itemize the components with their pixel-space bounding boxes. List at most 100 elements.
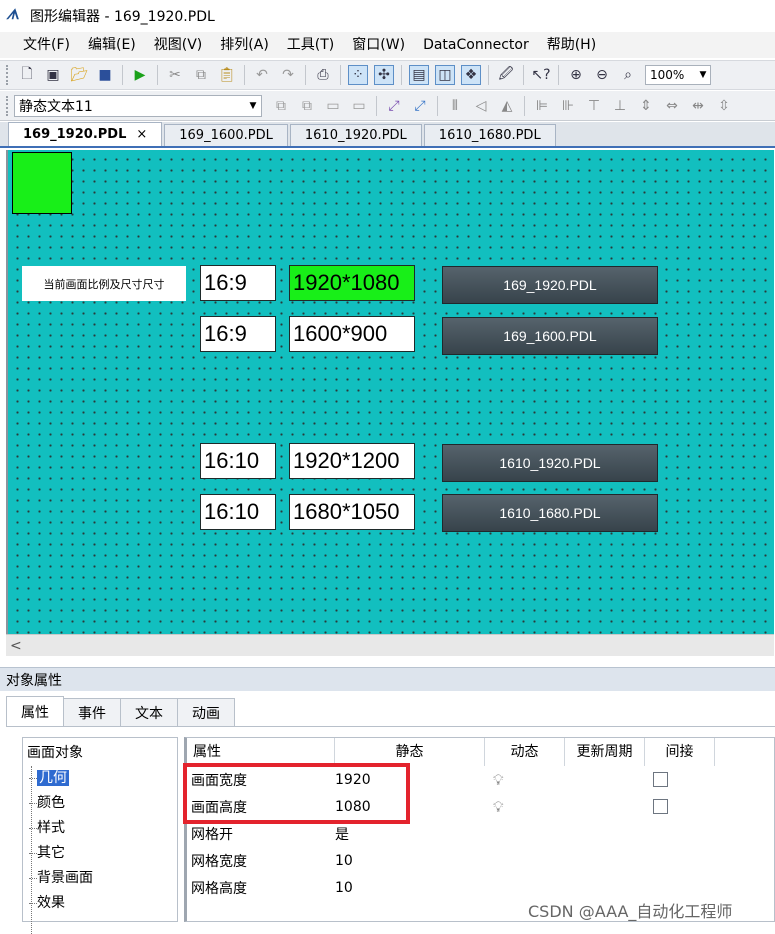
- doc-tab-169-1920[interactable]: 169_1920.PDL ×: [8, 122, 163, 146]
- ratio-field[interactable]: 16:10: [200, 494, 276, 530]
- new-page-icon[interactable]: ▣: [43, 65, 63, 85]
- run-icon[interactable]: ▶: [130, 65, 150, 85]
- distribute-vertical-icon[interactable]: ⇳: [714, 96, 734, 116]
- tree-item-geometry[interactable]: 几何: [25, 766, 175, 791]
- scroll-left-icon[interactable]: <: [10, 638, 22, 654]
- align-top-icon[interactable]: ⊤: [584, 96, 604, 116]
- center-vertical-icon[interactable]: ⇕: [636, 96, 656, 116]
- menu-help[interactable]: 帮助(H): [538, 34, 605, 56]
- ratio-field[interactable]: 16:9: [200, 316, 276, 352]
- library-icon[interactable]: ❖: [461, 65, 481, 85]
- lightbulb-icon[interactable]: 💡︎: [493, 771, 504, 789]
- menu-dataconnector[interactable]: DataConnector: [414, 34, 538, 56]
- open-1610-1680-button[interactable]: 1610_1680.PDL: [442, 494, 658, 532]
- column-header-indirect[interactable]: 间接: [645, 738, 715, 766]
- doc-tab-1610-1920[interactable]: 1610_1920.PDL: [289, 124, 422, 146]
- close-icon[interactable]: ×: [136, 127, 147, 142]
- open-1610-1920-button[interactable]: 1610_1920.PDL: [442, 444, 658, 482]
- column-header-dynamic[interactable]: 动态: [485, 738, 565, 766]
- mirror-vertical-icon[interactable]: ⫴: [445, 96, 465, 116]
- menu-window[interactable]: 窗口(W): [343, 34, 414, 56]
- layout-icon[interactable]: ▤: [409, 65, 429, 85]
- align-left-icon[interactable]: ⊫: [532, 96, 552, 116]
- info-label[interactable]: 当前画面比例及尺寸尺寸: [22, 266, 186, 301]
- resolution-field[interactable]: 1920*1080: [289, 265, 415, 301]
- copy-icon[interactable]: ⧉: [191, 65, 211, 85]
- toolbar-grip[interactable]: [6, 95, 10, 116]
- zoom-in-icon[interactable]: ⊕: [566, 65, 586, 85]
- properties-icon[interactable]: 🖉: [496, 65, 516, 85]
- lightbulb-icon[interactable]: 💡︎: [493, 798, 504, 816]
- open-169-1920-button[interactable]: 169_1920.PDL: [442, 266, 658, 304]
- zoom-area-icon[interactable]: ⌕: [618, 65, 638, 85]
- tree-item-background-picture[interactable]: 背景画面: [25, 866, 175, 891]
- menu-edit[interactable]: 编辑(E): [79, 34, 145, 56]
- tab-events[interactable]: 事件: [63, 698, 121, 726]
- tree-item-misc[interactable]: 其它: [25, 841, 175, 866]
- print-icon[interactable]: ⎙: [313, 65, 333, 85]
- tab-animation[interactable]: 动画: [177, 698, 235, 726]
- property-static-value[interactable]: 是: [335, 824, 485, 844]
- column-header-static[interactable]: 静态: [335, 738, 485, 766]
- chevron-down-icon[interactable]: ▼: [245, 101, 261, 111]
- horizontal-scrollbar[interactable]: <: [6, 634, 774, 656]
- paste-icon[interactable]: 📋︎: [217, 65, 237, 85]
- green-rectangle-object[interactable]: [12, 152, 72, 214]
- property-row-grid-on[interactable]: 网格开 是: [187, 820, 774, 847]
- grid-icon[interactable]: ⁘: [348, 65, 368, 85]
- bring-forward-icon[interactable]: ▭: [323, 96, 343, 116]
- resolution-field[interactable]: 1600*900: [289, 316, 415, 352]
- resolution-field[interactable]: 1680*1050: [289, 494, 415, 530]
- snap-to-grid-icon[interactable]: ✣: [374, 65, 394, 85]
- bring-to-front-icon[interactable]: ⧉: [271, 96, 291, 116]
- zoom-select[interactable]: 100% ▼: [645, 65, 711, 85]
- indirect-checkbox[interactable]: [653, 799, 668, 814]
- doc-tab-169-1600[interactable]: 169_1600.PDL: [164, 124, 288, 146]
- ratio-field[interactable]: 16:9: [200, 265, 276, 301]
- tab-text[interactable]: 文本: [120, 698, 178, 726]
- layers-icon[interactable]: ◫: [435, 65, 455, 85]
- column-header-update-cycle[interactable]: 更新周期: [565, 738, 645, 766]
- menu-arrange[interactable]: 排列(A): [211, 34, 278, 56]
- chevron-down-icon[interactable]: ▼: [696, 70, 710, 80]
- tree-root-item[interactable]: 画面对象: [25, 742, 175, 766]
- align-right-icon[interactable]: ⊪: [558, 96, 578, 116]
- center-horizontal-icon[interactable]: ⇔: [662, 96, 682, 116]
- drawing-canvas[interactable]: 当前画面比例及尺寸尺寸 16:9 1920*1080 169_1920.PDL …: [6, 150, 774, 634]
- column-header-attribute[interactable]: 属性: [187, 738, 335, 766]
- tree-item-styles[interactable]: 样式: [25, 816, 175, 841]
- distribute-horizontal-icon[interactable]: ⇹: [688, 96, 708, 116]
- cut-icon[interactable]: ✂: [165, 65, 185, 85]
- align-bottom-icon[interactable]: ⊥: [610, 96, 630, 116]
- property-row-grid-height[interactable]: 网格高度 10: [187, 874, 774, 901]
- menu-file[interactable]: 文件(F): [14, 34, 79, 56]
- zoom-out-icon[interactable]: ⊖: [592, 65, 612, 85]
- property-row-grid-width[interactable]: 网格宽度 10: [187, 847, 774, 874]
- mirror-horizontal-icon[interactable]: ◁: [471, 96, 491, 116]
- rotate-icon[interactable]: ◭: [497, 96, 517, 116]
- save-icon[interactable]: ■: [95, 65, 115, 85]
- resolution-field[interactable]: 1920*1200: [289, 443, 415, 479]
- property-static-value[interactable]: 10: [335, 853, 485, 869]
- tab-properties[interactable]: 属性: [6, 696, 64, 726]
- new-file-icon[interactable]: 🗋: [17, 65, 37, 85]
- open-folder-icon[interactable]: 📂︎: [69, 65, 89, 85]
- menu-view[interactable]: 视图(V): [145, 34, 212, 56]
- ratio-field[interactable]: 16:10: [200, 443, 276, 479]
- toolbar-grip[interactable]: [6, 65, 10, 85]
- doc-tab-1610-1680[interactable]: 1610_1680.PDL: [423, 124, 556, 146]
- tree-item-effects[interactable]: 效果: [25, 891, 175, 916]
- send-to-back-icon[interactable]: ⧉: [297, 96, 317, 116]
- context-help-icon[interactable]: ↖?: [531, 65, 551, 85]
- pick-color-icon[interactable]: ⤢: [384, 96, 404, 116]
- indirect-checkbox[interactable]: [653, 772, 668, 787]
- property-static-value[interactable]: 10: [335, 880, 485, 896]
- send-backward-icon[interactable]: ▭: [349, 96, 369, 116]
- open-169-1600-button[interactable]: 169_1600.PDL: [442, 317, 658, 355]
- tree-item-colors[interactable]: 颜色: [25, 791, 175, 816]
- apply-color-icon[interactable]: ⤢: [410, 96, 430, 116]
- redo-icon[interactable]: ↷: [278, 65, 298, 85]
- object-selector[interactable]: 静态文本11 ▼: [14, 94, 262, 117]
- menu-tools[interactable]: 工具(T): [278, 34, 343, 56]
- undo-icon[interactable]: ↶: [252, 65, 272, 85]
